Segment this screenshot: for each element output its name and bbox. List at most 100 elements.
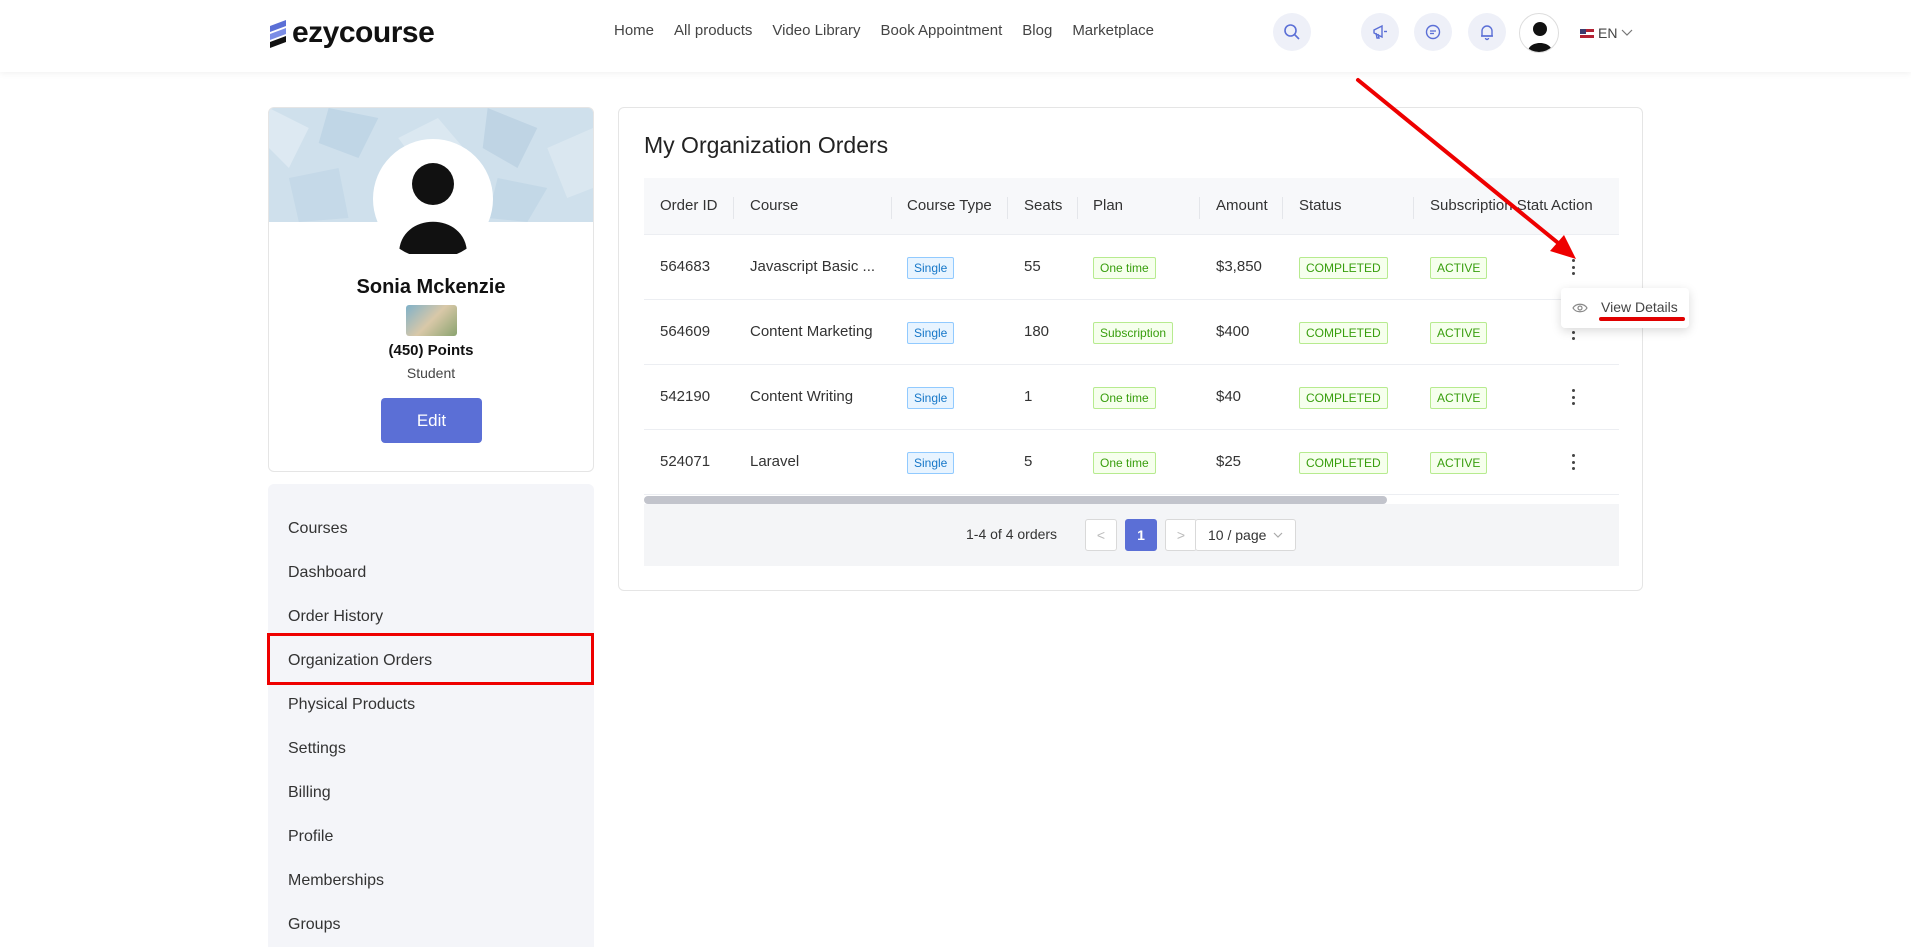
amount-cell: $400 <box>1216 323 1250 340</box>
announcement-button[interactable] <box>1361 13 1399 51</box>
nav-blog[interactable]: Blog <box>1022 22 1052 39</box>
column-header-status: Status <box>1299 197 1342 214</box>
sidebar-item-profile[interactable]: Profile <box>288 828 333 846</box>
nav-book-appointment[interactable]: Book Appointment <box>881 22 1003 39</box>
edit-profile-button[interactable]: Edit <box>381 398 482 443</box>
page-size-select[interactable]: 10 / page <box>1195 519 1296 551</box>
prev-page-button[interactable]: < <box>1085 519 1117 551</box>
eye-icon <box>1572 303 1588 313</box>
course-cell: Laravel <box>750 453 800 470</box>
column-divider <box>1199 197 1200 219</box>
more-actions-icon[interactable] <box>1566 386 1580 408</box>
course-type-tag: Single <box>907 452 955 474</box>
seats-cell: 55 <box>1024 258 1041 275</box>
nav-all-products[interactable]: All products <box>674 22 752 39</box>
top-header: ezycourse Home All products Video Librar… <box>0 0 1911 72</box>
language-label: EN <box>1598 25 1618 41</box>
column-header-course: Course <box>750 197 799 214</box>
seats-cell: 1 <box>1024 388 1033 405</box>
column-divider <box>1007 197 1008 219</box>
order-id-cell: 542190 <box>660 388 711 405</box>
course-cell: Content Marketing <box>750 323 873 340</box>
chevron-down-icon <box>1622 29 1633 36</box>
page-size-label: 10 / page <box>1208 527 1267 543</box>
amount-cell: $25 <box>1216 453 1242 470</box>
sidebar-item-memberships[interactable]: Memberships <box>288 872 384 890</box>
plan-tag: Subscription <box>1093 322 1174 344</box>
amount-cell: $3,850 <box>1216 258 1262 275</box>
us-flag-icon <box>1580 28 1594 38</box>
next-page-button[interactable]: > <box>1165 519 1197 551</box>
language-selector[interactable]: EN <box>1580 25 1634 41</box>
chat-icon <box>1425 24 1441 40</box>
subscription-status-tag: ACTIVE <box>1430 387 1488 409</box>
sidebar-item-settings[interactable]: Settings <box>288 740 346 758</box>
pagination: 1-4 of 4 orders < 1 > 10 / page <box>644 504 1619 566</box>
column-header-seats: Seats <box>1024 197 1063 214</box>
user-silhouette-icon <box>399 163 467 254</box>
sidebar-item-physical-products[interactable]: Physical Products <box>288 696 415 714</box>
profile-avatar <box>373 139 493 259</box>
column-divider <box>891 197 892 219</box>
course-type-tag: Single <box>907 257 955 279</box>
nav-home[interactable]: Home <box>614 22 654 39</box>
order-id-cell: 564683 <box>660 258 711 275</box>
column-header-amount: Amount <box>1216 197 1268 214</box>
status-tag: COMPLETED <box>1299 452 1388 474</box>
table-row: 542190 Content Writing Single 1 One time… <box>644 365 1619 430</box>
column-divider <box>733 197 734 219</box>
more-actions-icon[interactable] <box>1566 451 1580 473</box>
horizontal-scrollbar[interactable] <box>644 496 1387 504</box>
table-row: 524071 Laravel Single 5 One time $25 COM… <box>644 430 1619 495</box>
sidebar-menu: Courses Dashboard Order History Organiza… <box>268 484 594 947</box>
messages-button[interactable] <box>1414 13 1452 51</box>
course-type-tag: Single <box>907 387 955 409</box>
sidebar-item-order-history[interactable]: Order History <box>288 608 383 626</box>
logo-mark-icon <box>270 20 286 48</box>
course-type-tag: Single <box>907 322 955 344</box>
sidebar-item-groups[interactable]: Groups <box>288 916 340 934</box>
plan-tag: One time <box>1093 257 1156 279</box>
profile-card: Sonia Mckenzie (450) Points Student Edit <box>268 107 594 472</box>
table-row: 564609 Content Marketing Single 180 Subs… <box>644 300 1619 365</box>
main-nav: Home All products Video Library Book App… <box>614 22 1174 39</box>
notifications-button[interactable] <box>1468 13 1506 51</box>
course-cell: Content Writing <box>750 388 854 405</box>
order-id-cell: 564609 <box>660 323 711 340</box>
underline-annotation <box>1599 317 1685 321</box>
sidebar-item-billing[interactable]: Billing <box>288 784 331 802</box>
course-cell: Javascript Basic ... <box>750 258 876 275</box>
logo-text: ezycourse <box>292 16 435 49</box>
subscription-status-tag: ACTIVE <box>1430 322 1488 344</box>
user-avatar[interactable] <box>1519 13 1559 53</box>
seats-cell: 5 <box>1024 453 1033 470</box>
logo[interactable]: ezycourse <box>268 16 435 50</box>
profile-name: Sonia Mckenzie <box>356 276 506 298</box>
column-divider <box>1282 197 1283 219</box>
megaphone-icon <box>1373 24 1387 39</box>
view-details-menu-item[interactable]: View Details <box>1601 299 1678 315</box>
column-header-course-type: Course Type <box>907 197 992 214</box>
column-header-plan: Plan <box>1093 197 1124 214</box>
sidebar-item-courses[interactable]: Courses <box>288 520 348 538</box>
points-badge-image <box>406 305 457 336</box>
column-divider <box>1077 197 1078 219</box>
action-dropdown: View Details <box>1561 288 1689 328</box>
nav-video-library[interactable]: Video Library <box>772 22 860 39</box>
status-tag: COMPLETED <box>1299 387 1388 409</box>
chevron-down-icon <box>1273 532 1283 538</box>
amount-cell: $40 <box>1216 388 1242 405</box>
nav-marketplace[interactable]: Marketplace <box>1072 22 1154 39</box>
arrow-annotation <box>1356 78 1576 259</box>
user-silhouette-icon <box>1528 22 1552 52</box>
page-1-button[interactable]: 1 <box>1125 519 1157 551</box>
seats-cell: 180 <box>1024 323 1050 340</box>
pagination-summary: 1-4 of 4 orders <box>966 526 1058 542</box>
points-label: (450) Points <box>388 342 474 359</box>
page-title: My Organization Orders <box>644 132 889 158</box>
sidebar-item-dashboard[interactable]: Dashboard <box>288 564 366 582</box>
order-id-cell: 524071 <box>660 453 711 470</box>
search-icon <box>1284 24 1300 40</box>
search-button[interactable] <box>1273 13 1311 51</box>
role-label: Student <box>406 365 456 381</box>
